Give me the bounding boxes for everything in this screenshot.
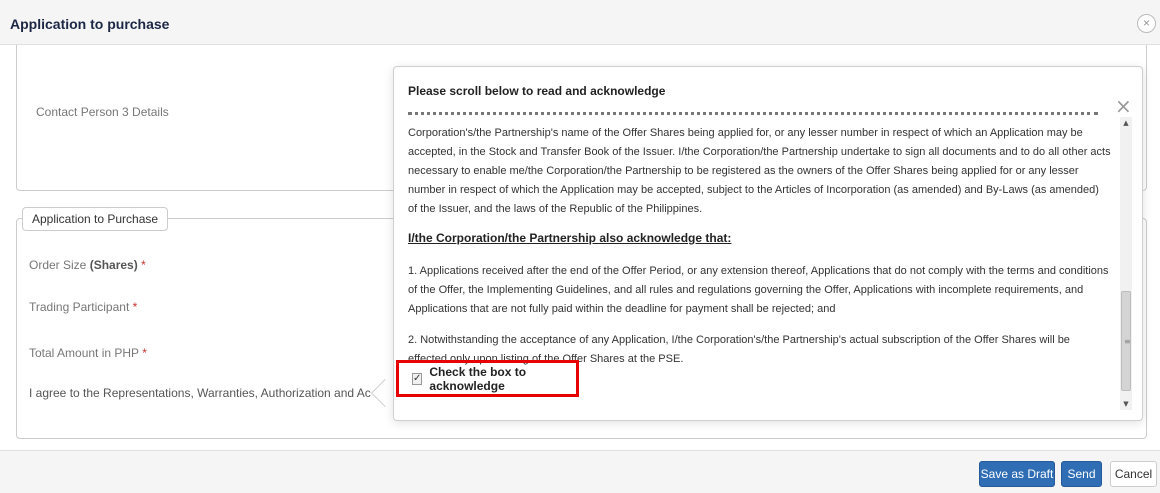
order-size-text: Order Size <box>29 258 87 272</box>
required-marker: * <box>132 300 138 314</box>
cancel-button[interactable]: Cancel <box>1110 461 1157 487</box>
trading-participant-label: Trading Participant * <box>29 300 137 314</box>
contact-person-3-label: Contact Person 3 Details <box>36 105 169 119</box>
required-marker: * <box>141 258 146 272</box>
scrollbar[interactable]: ▲ ≡ ▼ <box>1120 117 1132 410</box>
acknowledge-checkbox[interactable]: ✓ <box>412 372 423 385</box>
order-size-unit: (Shares) <box>89 258 138 272</box>
modal-title: Application to purchase <box>10 16 170 32</box>
send-button[interactable]: Send <box>1061 461 1102 487</box>
scroll-up-icon[interactable]: ▲ <box>1120 117 1132 129</box>
acknowledge-popover: Please scroll below to read and acknowle… <box>393 66 1143 421</box>
close-icon[interactable]: × <box>1137 14 1156 33</box>
total-amount-text: Total Amount in PHP <box>29 346 139 360</box>
close-icon[interactable]: × <box>1115 96 1132 116</box>
agree-label: I agree to the Representations, Warranti… <box>29 386 371 400</box>
truncated-text-line <box>408 112 1098 120</box>
scroll-thumb[interactable]: ≡ <box>1121 291 1131 391</box>
acknowledge-heading: I/the Corporation/the Partnership also a… <box>408 231 732 245</box>
application-legend: Application to Purchase <box>22 207 169 231</box>
terms-item-1: 1. Applications received after the end o… <box>408 265 1109 315</box>
trading-participant-text: Trading Participant <box>29 300 130 314</box>
modal-header: Application to purchase × <box>0 0 1160 45</box>
popover-title: Please scroll below to read and acknowle… <box>408 84 666 98</box>
order-size-label: Order Size (Shares) * <box>29 258 146 272</box>
modal-footer: Save as Draft Send Cancel <box>0 450 1160 493</box>
grip-icon: ≡ <box>1124 337 1131 346</box>
total-amount-label: Total Amount in PHP * <box>29 346 147 360</box>
acknowledge-highlight: ✓ Check the box to acknowledge <box>396 360 579 397</box>
save-draft-button[interactable]: Save as Draft <box>979 461 1055 487</box>
scroll-down-icon[interactable]: ▼ <box>1120 398 1132 410</box>
required-marker: * <box>142 346 147 360</box>
terms-paragraph: Corporation's/the Partnership's name of … <box>408 127 1111 215</box>
acknowledge-checkbox-label[interactable]: Check the box to acknowledge <box>429 365 576 393</box>
